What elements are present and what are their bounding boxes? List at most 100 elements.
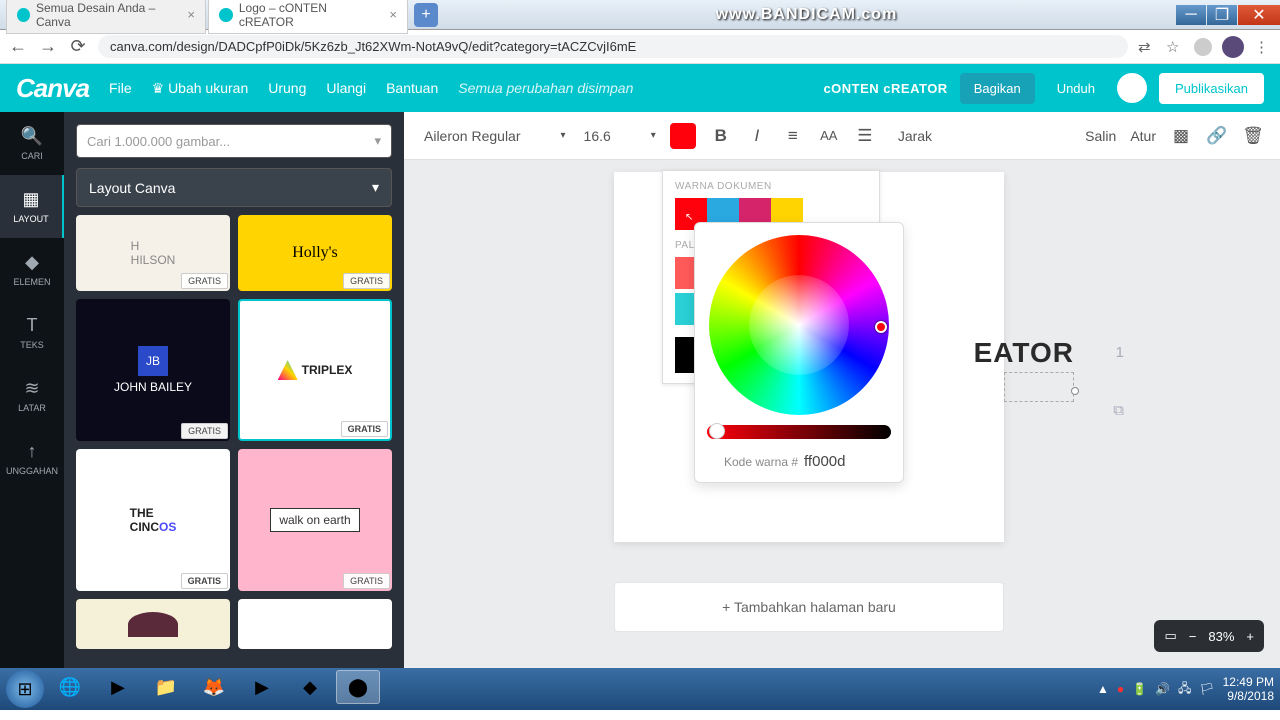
zoom-out-button[interactable]: − xyxy=(1189,629,1197,644)
brightness-slider[interactable] xyxy=(707,425,891,439)
tray-battery-icon[interactable]: 🔋 xyxy=(1132,682,1147,696)
menu-help[interactable]: Bantuan xyxy=(386,80,438,96)
search-input[interactable]: Cari 1.000.000 gambar... ▾ xyxy=(76,124,392,158)
background-icon: ≋ xyxy=(24,378,39,399)
taskbar-app[interactable]: ◆ xyxy=(288,670,332,704)
selection-box[interactable] xyxy=(1004,372,1074,402)
nav-text[interactable]: TTEKS xyxy=(0,301,64,364)
taskbar-explorer[interactable]: 📁 xyxy=(144,670,188,704)
nav-uploads[interactable]: ↑UNGGAHAN xyxy=(0,427,64,490)
canva-logo[interactable]: Canva xyxy=(16,73,89,104)
page-number: 1 xyxy=(1116,344,1124,361)
publish-button[interactable]: Publikasikan xyxy=(1159,73,1264,104)
hex-label: Kode warna # xyxy=(724,455,798,469)
tray-flag-icon[interactable]: 🏳 xyxy=(1199,682,1214,696)
new-tab-button[interactable]: + xyxy=(414,3,438,27)
italic-button[interactable]: I xyxy=(746,126,768,146)
tray-network-icon[interactable]: 🖧 xyxy=(1178,679,1191,700)
tray-icon[interactable]: ▲ xyxy=(1097,682,1109,696)
color-wheel[interactable] xyxy=(709,235,889,415)
menu-file[interactable]: File xyxy=(109,80,132,96)
star-icon[interactable]: ☆ xyxy=(1166,38,1184,56)
favicon-icon xyxy=(219,8,233,22)
menu-redo[interactable]: Ulangi xyxy=(326,80,366,96)
duplicate-page-icon[interactable]: ⧉ xyxy=(1113,402,1124,419)
taskbar-chrome[interactable]: ⬤ xyxy=(336,670,380,704)
watermark: www.BANDICAM.com xyxy=(438,6,1175,24)
maximize-button[interactable]: ❐ xyxy=(1207,5,1237,25)
forward-button[interactable]: → xyxy=(38,37,58,57)
chevron-down-icon: ▾ xyxy=(374,133,381,149)
back-button[interactable]: ← xyxy=(8,37,28,57)
transparency-button[interactable]: ▩ xyxy=(1170,126,1192,146)
close-icon[interactable]: × xyxy=(187,7,195,22)
extension-icon[interactable] xyxy=(1194,38,1212,56)
minimize-button[interactable]: ─ xyxy=(1176,5,1206,25)
nav-layout[interactable]: ▦LAYOUT xyxy=(0,175,64,238)
font-size-select[interactable]: 16.6▾ xyxy=(584,128,656,144)
browser-tab[interactable]: Semua Desain Anda – Canva × xyxy=(6,0,206,34)
window-close-button[interactable]: ✕ xyxy=(1238,5,1280,25)
text-color-button[interactable] xyxy=(670,123,696,149)
nav-search[interactable]: 🔍CARI xyxy=(0,112,64,175)
slider-knob[interactable] xyxy=(709,423,725,439)
layout-icon: ▦ xyxy=(22,189,39,210)
template-thumb[interactable]: JBJOHN BAILEYGRATIS xyxy=(76,299,230,441)
bold-button[interactable]: B xyxy=(710,126,732,146)
nav-background[interactable]: ≋LATAR xyxy=(0,364,64,427)
spacing-button[interactable]: Jarak xyxy=(898,128,932,144)
link-button[interactable]: 🔗 xyxy=(1206,126,1228,146)
template-thumb[interactable]: Holly'sGRATIS xyxy=(238,215,392,291)
url-input[interactable]: canva.com/design/DADCpfP0iDk/5Kz6zb_Jt62… xyxy=(98,35,1128,58)
tray-record-icon[interactable]: ● xyxy=(1117,682,1124,696)
share-button[interactable]: Bagikan xyxy=(960,73,1035,104)
arrange-button[interactable]: Atur xyxy=(1130,128,1156,144)
user-avatar[interactable] xyxy=(1117,73,1147,103)
template-thumb[interactable]: THECINCOSGRATIS xyxy=(76,449,230,591)
delete-button[interactable]: 🗑 xyxy=(1242,126,1264,146)
menu-undo[interactable]: Urung xyxy=(268,80,306,96)
nav-elements[interactable]: ◆ELEMEN xyxy=(0,238,64,301)
chevron-down-icon: ▾ xyxy=(561,130,566,141)
zoom-value[interactable]: 83% xyxy=(1208,629,1234,644)
zoom-in-button[interactable]: + xyxy=(1246,629,1254,644)
wheel-cursor[interactable] xyxy=(875,321,887,333)
color-picker-panel: Kode warna # ff000d xyxy=(694,222,904,483)
add-page-button[interactable]: + Tambahkan halaman baru xyxy=(614,582,1004,632)
browser-tab[interactable]: Logo – cONTEN cREATOR × xyxy=(208,0,408,34)
translate-icon[interactable]: ⇄ xyxy=(1138,38,1156,56)
menu-icon[interactable]: ⋮ xyxy=(1254,38,1272,56)
chevron-down-icon: ▾ xyxy=(651,130,656,141)
layout-dropdown[interactable]: Layout Canva ▾ xyxy=(76,168,392,207)
search-placeholder: Cari 1.000.000 gambar... xyxy=(87,134,230,149)
template-thumb[interactable]: TRIPLEXGRATIS xyxy=(238,299,392,441)
taskbar-ie[interactable]: 🌐 xyxy=(48,670,92,704)
profile-avatar[interactable] xyxy=(1222,36,1244,58)
tray-volume-icon[interactable]: 🔊 xyxy=(1155,682,1170,696)
close-icon[interactable]: × xyxy=(389,7,397,22)
hex-input[interactable]: ff000d xyxy=(804,453,874,470)
taskbar-app[interactable]: ▶ xyxy=(240,670,284,704)
taskbar-firefox[interactable]: 🦊 xyxy=(192,670,236,704)
start-button[interactable]: ⊞ xyxy=(6,670,44,708)
present-icon[interactable]: ▭ xyxy=(1164,628,1176,644)
text-element[interactable]: EATOR xyxy=(974,337,1074,369)
case-button[interactable]: AA xyxy=(818,128,840,143)
template-thumb[interactable] xyxy=(238,599,392,649)
download-button[interactable]: Unduh xyxy=(1047,73,1105,104)
search-icon: 🔍 xyxy=(21,126,43,147)
menu-resize[interactable]: ♛ Ubah ukuran xyxy=(152,80,249,97)
reload-button[interactable]: ⟳ xyxy=(68,37,88,57)
align-button[interactable]: ≡ xyxy=(782,126,804,146)
upload-icon: ↑ xyxy=(28,441,37,462)
font-select[interactable]: Aileron Regular▾ xyxy=(420,124,570,148)
template-thumb[interactable]: walk on earthGRATIS xyxy=(238,449,392,591)
document-title[interactable]: cONTEN cREATOR xyxy=(823,81,947,96)
elements-icon: ◆ xyxy=(25,252,39,273)
list-button[interactable]: ☰ xyxy=(854,126,876,146)
taskbar-media[interactable]: ▶ xyxy=(96,670,140,704)
system-clock[interactable]: 12:49 PM 9/8/2018 xyxy=(1223,675,1274,704)
template-thumb[interactable]: HHILSONGRATIS xyxy=(76,215,230,291)
template-thumb[interactable] xyxy=(76,599,230,649)
copy-button[interactable]: Salin xyxy=(1085,128,1116,144)
